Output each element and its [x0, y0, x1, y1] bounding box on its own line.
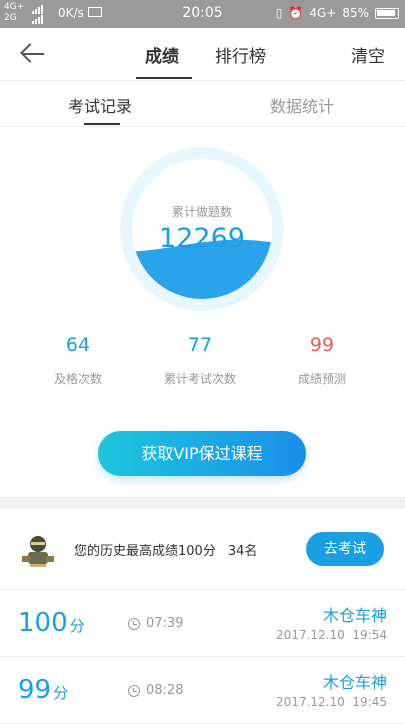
gauge-inner: 累计做题数 12269 — [132, 159, 272, 299]
record-score-value: 99 — [18, 675, 52, 705]
record-duration: 08:28 — [128, 683, 183, 698]
best-score-label: 您的历史最高成绩100分 — [74, 544, 216, 559]
battery-icon — [375, 7, 399, 19]
record-score: 100 分 — [18, 608, 85, 638]
tab-scores[interactable]: 成绩 — [145, 42, 179, 67]
top-nav: 成绩 排行榜 清空 — [0, 28, 405, 81]
stat-value: 99 — [309, 334, 335, 356]
best-score-text: 您的历史最高成绩100分 34名 — [74, 540, 257, 559]
stat-label: 累计考试次数 — [163, 372, 236, 386]
vibrate-icon: ▯ — [275, 6, 283, 20]
sub-tabs: 考试记录 数据统计 — [0, 81, 405, 127]
record-datetime: 2017.12.10 19:54 — [276, 628, 387, 642]
record-date: 2017.12.10 — [276, 695, 345, 709]
take-exam-button[interactable]: 去考试 — [306, 532, 384, 566]
stat-label: 及格次数 — [53, 372, 102, 386]
record-date: 2017.12.10 — [276, 628, 345, 642]
question-count-gauge: 累计做题数 12269 — [120, 147, 284, 311]
stat-pass-count: 64 及格次数 — [18, 334, 138, 387]
alarm-icon: ⏰ — [288, 6, 304, 20]
record-duration-value: 07:39 — [146, 616, 184, 631]
record-score-unit: 分 — [53, 684, 69, 702]
record-user-name: 木仓车神 — [322, 606, 387, 625]
status-bar: 4G+ 2G 0K/s 20:05 ▯ ⏰ 4G+ 85% — [0, 0, 405, 28]
record-score-value: 100 — [18, 608, 68, 638]
record-row[interactable]: 99 分 08:28 木仓车神 2017.12.10 19:45 — [0, 657, 405, 724]
record-time: 19:54 — [352, 628, 387, 642]
record-time: 19:45 — [352, 695, 387, 709]
tab-ranking[interactable]: 排行榜 — [215, 42, 266, 67]
record-duration: 07:39 — [128, 616, 183, 631]
best-rank: 34名 — [227, 544, 258, 559]
stat-exam-count: 77 累计考试次数 — [140, 334, 260, 387]
record-row[interactable]: 100 分 07:39 木仓车神 2017.12.10 19:54 — [0, 590, 405, 657]
tab-active-underline — [136, 77, 192, 79]
avatar — [22, 536, 54, 567]
battery-percent: 85% — [342, 6, 369, 20]
record-duration-value: 08:28 — [146, 683, 184, 698]
gauge-value: 12269 — [159, 223, 245, 254]
back-arrow-icon[interactable] — [20, 42, 48, 66]
subtab-active-underline — [84, 123, 120, 125]
stat-score-prediction: 99 成绩预测 — [262, 334, 382, 387]
vip-course-button[interactable]: 获取VIP保过课程 — [98, 431, 306, 476]
tab-statistics[interactable]: 数据统计 — [270, 93, 334, 117]
status-right: ▯ ⏰ 4G+ 85% — [276, 6, 399, 20]
stat-label: 成绩预测 — [297, 372, 346, 386]
record-datetime: 2017.12.10 19:45 — [276, 695, 387, 709]
section-divider — [0, 497, 405, 509]
clock-icon — [128, 684, 140, 697]
stat-value: 77 — [187, 334, 213, 356]
best-score-row: 您的历史最高成绩100分 34名 去考试 — [0, 509, 405, 590]
tab-exam-records[interactable]: 考试记录 — [68, 93, 132, 117]
gauge-label: 累计做题数 — [171, 205, 232, 219]
clock-icon — [128, 617, 140, 630]
record-user-name: 木仓车神 — [322, 673, 387, 692]
network-type-right: 4G+ — [309, 6, 337, 20]
record-score: 99 分 — [18, 675, 68, 705]
record-score-unit: 分 — [69, 617, 85, 635]
stat-value: 64 — [65, 334, 91, 356]
clear-button[interactable]: 清空 — [351, 42, 385, 67]
